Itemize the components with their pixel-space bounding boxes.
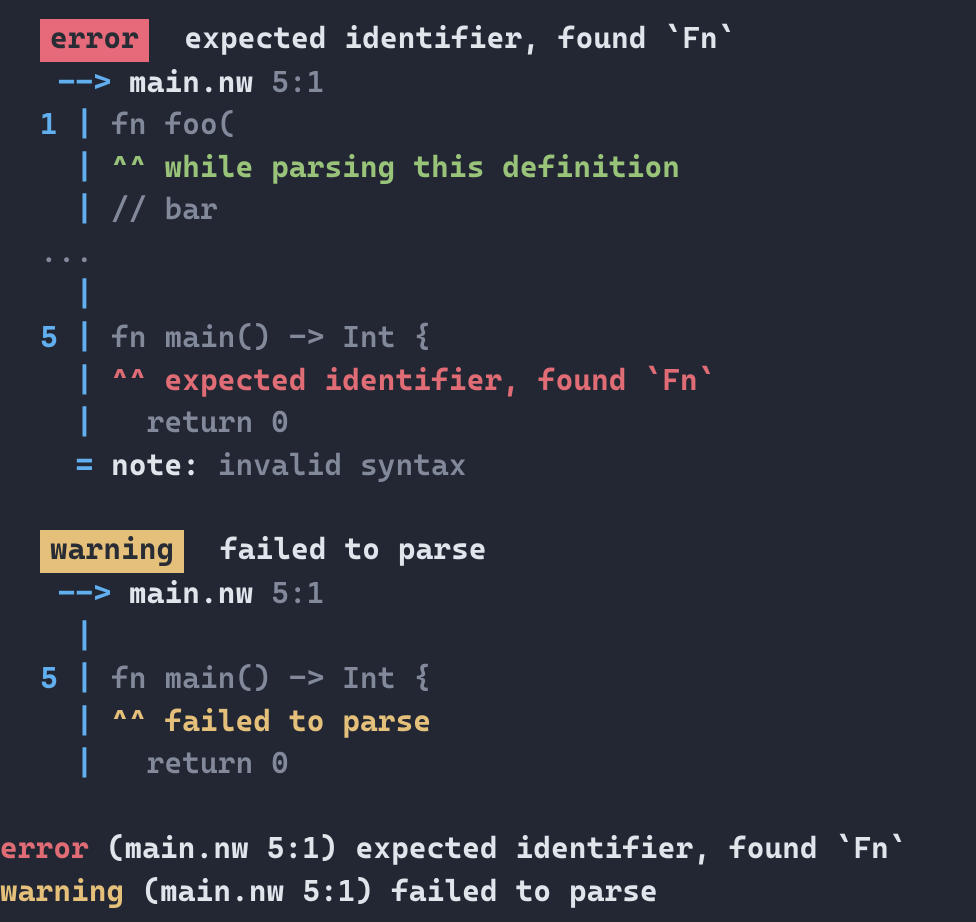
note-key: note: (111, 448, 200, 483)
gutter-pipe: | (76, 320, 94, 355)
diagnostic-header-msg: failed to parse (220, 532, 487, 567)
caret-icon: ^^ (111, 704, 147, 739)
loc-pos: 5:1 (271, 65, 324, 100)
code-line: return 0 (111, 405, 289, 440)
note-msg: invalid syntax (218, 448, 467, 483)
note-eq: = (76, 448, 94, 483)
ellipsis-icon: ... (40, 235, 93, 270)
arrow-icon: --> (58, 65, 111, 100)
gutter-lineno: 5 (40, 661, 58, 696)
arrow-icon: --> (58, 576, 111, 611)
gutter-pipe: | (76, 277, 94, 312)
gutter-pipe: | (76, 704, 94, 739)
gutter-pipe: | (76, 661, 94, 696)
loc-pos: 5:1 (271, 576, 324, 611)
caret-label: while parsing this definition (164, 150, 680, 185)
gutter-pipe: | (76, 192, 94, 227)
summary-msg: failed to parse (391, 874, 658, 909)
gutter-pipe: | (76, 150, 94, 185)
compiler-output: error expected identifier, found `Fn` --… (0, 0, 976, 913)
summary-loc: (main.nw 5:1) (107, 831, 338, 866)
gutter-lineno: 5 (40, 320, 58, 355)
code-line: fn main() -> Int { (111, 320, 431, 355)
caret-icon: ^^ (111, 150, 147, 185)
code-line: return 0 (111, 746, 289, 781)
code-line: fn main() -> Int { (111, 661, 431, 696)
gutter-pipe: | (76, 405, 94, 440)
caret-label: failed to parse (164, 704, 431, 739)
gutter-pipe: | (76, 363, 94, 398)
loc-file: main.nw (129, 576, 253, 611)
severity-badge-warning: warning (40, 530, 184, 573)
code-line: fn foo( (111, 107, 235, 142)
summary-severity: warning (0, 874, 124, 909)
diagnostic-header-msg: expected identifier, found `Fn` (184, 21, 735, 56)
caret-icon: ^^ (111, 363, 147, 398)
severity-label: error (50, 21, 139, 56)
severity-label: warning (50, 532, 174, 567)
gutter-pipe: | (76, 746, 94, 781)
code-line: // bar (111, 192, 218, 227)
summary-severity: error (0, 831, 89, 866)
summary-msg: expected identifier, found `Fn` (356, 831, 907, 866)
caret-label: expected identifier, found `Fn` (164, 363, 715, 398)
loc-file: main.nw (129, 65, 253, 100)
summary-loc: (main.nw 5:1) (142, 874, 373, 909)
severity-badge-error: error (40, 19, 149, 62)
gutter-lineno: 1 (40, 107, 58, 142)
gutter-pipe: | (76, 107, 94, 142)
gutter-pipe: | (76, 619, 94, 654)
